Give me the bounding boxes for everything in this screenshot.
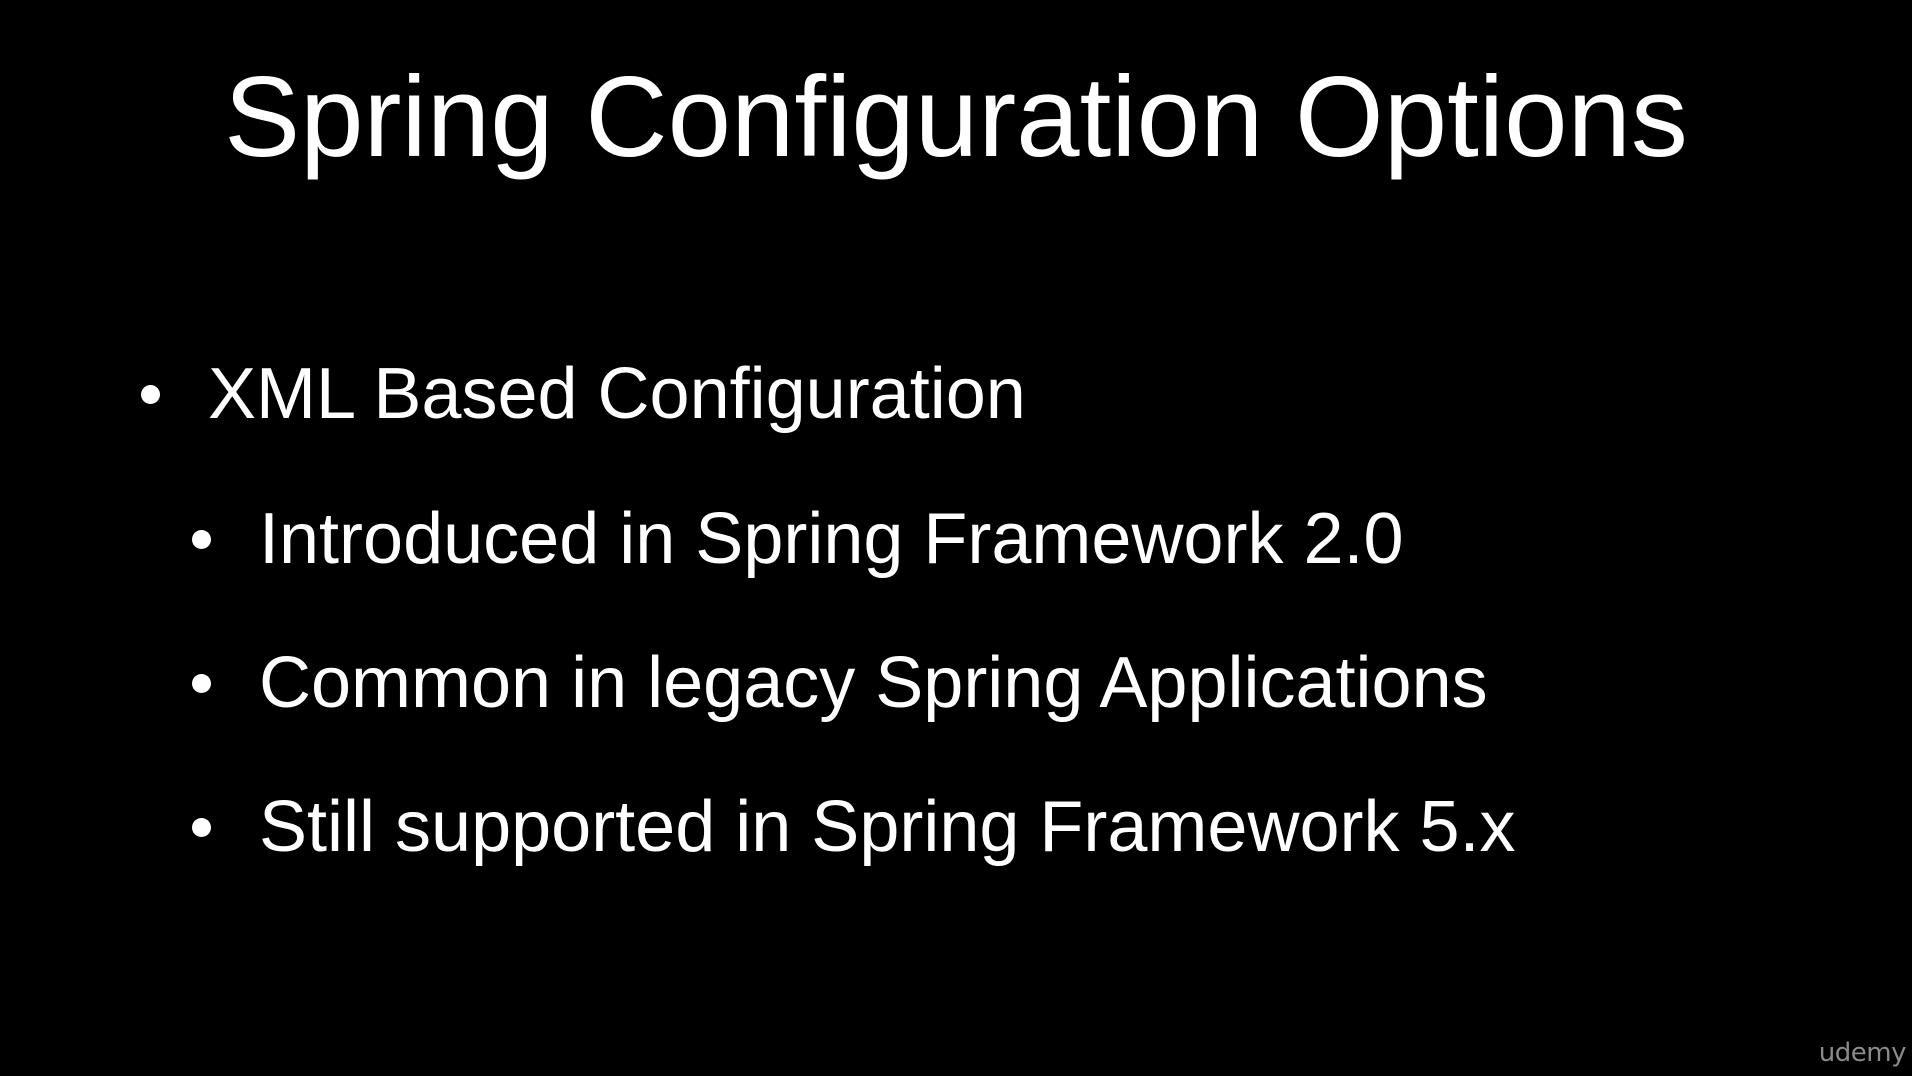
bullet-dot-icon bbox=[141, 384, 160, 404]
udemy-watermark-logo: udemy bbox=[1818, 1038, 1907, 1068]
bullet-dot-icon bbox=[192, 673, 211, 693]
bullet-text: Still supported in Spring Framework 5.x bbox=[259, 787, 1516, 867]
slide: Spring Configuration Options XML Based C… bbox=[0, 0, 1912, 1076]
bullet-item-legacy: Common in legacy Spring Applications bbox=[192, 635, 1488, 731]
bullet-item-introduced: Introduced in Spring Framework 2.0 bbox=[192, 491, 1404, 587]
bullet-dot-icon bbox=[192, 529, 211, 549]
bullet-item-supported: Still supported in Spring Framework 5.x bbox=[192, 779, 1516, 875]
bullet-item-xml-config: XML Based Configuration bbox=[141, 346, 1026, 442]
bullet-dot-icon bbox=[192, 817, 211, 837]
bullet-text: Common in legacy Spring Applications bbox=[259, 643, 1488, 723]
bullet-text: XML Based Configuration bbox=[208, 354, 1026, 434]
slide-title: Spring Configuration Options bbox=[224, 54, 1688, 181]
bullet-text: Introduced in Spring Framework 2.0 bbox=[259, 499, 1404, 579]
